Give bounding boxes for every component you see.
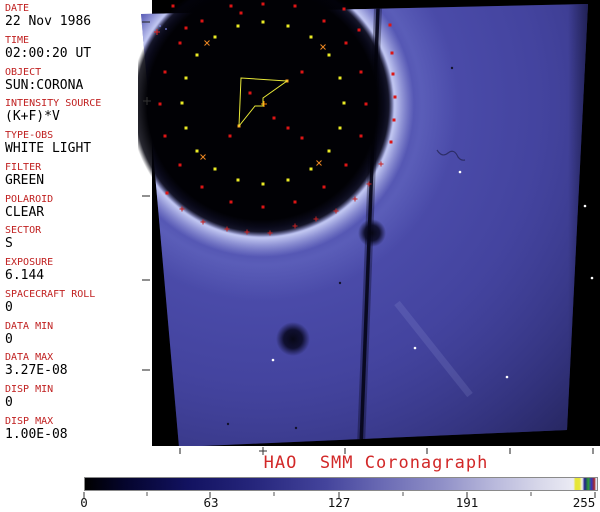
field-data-min: DATA MIN 0 <box>0 321 152 353</box>
colorbar-label-0: 0 <box>80 495 88 510</box>
field-object: OBJECT SUN:CORONA <box>0 67 152 99</box>
field-filter: FILTER GREEN <box>0 162 152 194</box>
field-polaroid-label: POLAROID <box>5 193 54 205</box>
colorbar-label-255: 255 <box>572 495 596 510</box>
field-disp-max-label: DISP MAX <box>5 415 54 427</box>
colorbar-label-127: 127 <box>327 495 351 510</box>
field-disp-min: DISP MIN 0 <box>0 384 152 416</box>
field-data-min-value: 0 <box>5 331 13 347</box>
field-exposure: EXPOSURE 6.144 <box>0 257 152 289</box>
field-date-label: DATE <box>5 3 30 14</box>
field-spacecraft-roll-value: 0 <box>5 299 13 315</box>
field-intensity-source-value: (K+F)*V <box>5 109 60 125</box>
field-exposure-value: 6.144 <box>5 268 45 283</box>
field-sector-value: S <box>5 236 13 252</box>
field-disp-max: DISP MAX 1.00E-08 <box>0 416 152 448</box>
image-title: HAO SMM Coronagraph <box>263 453 489 473</box>
field-object-value: SUN:CORONA <box>5 77 84 93</box>
field-polaroid: POLAROID CLEAR <box>0 194 152 226</box>
field-intensity-source-label: INTENSITY SOURCE <box>5 98 102 110</box>
field-date-value: 22 Nov 1986 <box>5 14 92 29</box>
field-filter-label: FILTER <box>5 161 42 173</box>
field-sector: SECTOR S <box>0 225 152 257</box>
field-disp-min-label: DISP MIN <box>5 384 54 395</box>
field-disp-max-value: 1.00E-08 <box>5 426 68 442</box>
field-data-min-label: DATA MIN <box>5 320 54 332</box>
colorbar-gradient <box>84 477 598 491</box>
field-type-obs-label: TYPE-OBS <box>5 130 54 141</box>
colorbar-label-63: 63 <box>203 495 219 510</box>
field-polaroid-value: CLEAR <box>5 204 45 220</box>
coronagraph-image-display <box>138 0 600 446</box>
field-spacecraft-roll: SPACECRAFT ROLL 0 <box>0 289 152 321</box>
metadata-sidebar: DATE 22 Nov 1986 TIME 02:00:20 UT OBJECT… <box>0 0 152 446</box>
field-data-max: DATA MAX 3.27E-08 <box>0 352 152 384</box>
colorbar-label-191: 191 <box>455 495 479 510</box>
field-data-max-value: 3.27E-08 <box>5 363 68 379</box>
dark-blob-artifact <box>276 322 310 356</box>
field-sector-label: SECTOR <box>5 225 42 237</box>
coronagraph-viewer: DATE 22 Nov 1986 TIME 02:00:20 UT OBJECT… <box>0 0 600 512</box>
field-date: DATE 22 Nov 1986 <box>0 3 152 35</box>
field-object-label: OBJECT <box>5 66 42 78</box>
field-intensity-source: INTENSITY SOURCE (K+F)*V <box>0 98 152 130</box>
field-exposure-label: EXPOSURE <box>5 257 54 268</box>
field-type-obs-value: WHITE LIGHT <box>5 141 92 156</box>
field-time-value: 02:00:20 UT <box>5 45 92 61</box>
field-filter-value: GREEN <box>5 172 45 188</box>
dark-blob-on-pylon <box>358 219 386 247</box>
field-spacecraft-roll-label: SPACECRAFT ROLL <box>5 288 96 300</box>
field-time: TIME 02:00:20 UT <box>0 35 152 67</box>
field-type-obs: TYPE-OBS WHITE LIGHT <box>0 130 152 162</box>
field-disp-min-value: 0 <box>5 395 13 410</box>
field-time-label: TIME <box>5 34 30 46</box>
field-data-max-label: DATA MAX <box>5 352 54 364</box>
